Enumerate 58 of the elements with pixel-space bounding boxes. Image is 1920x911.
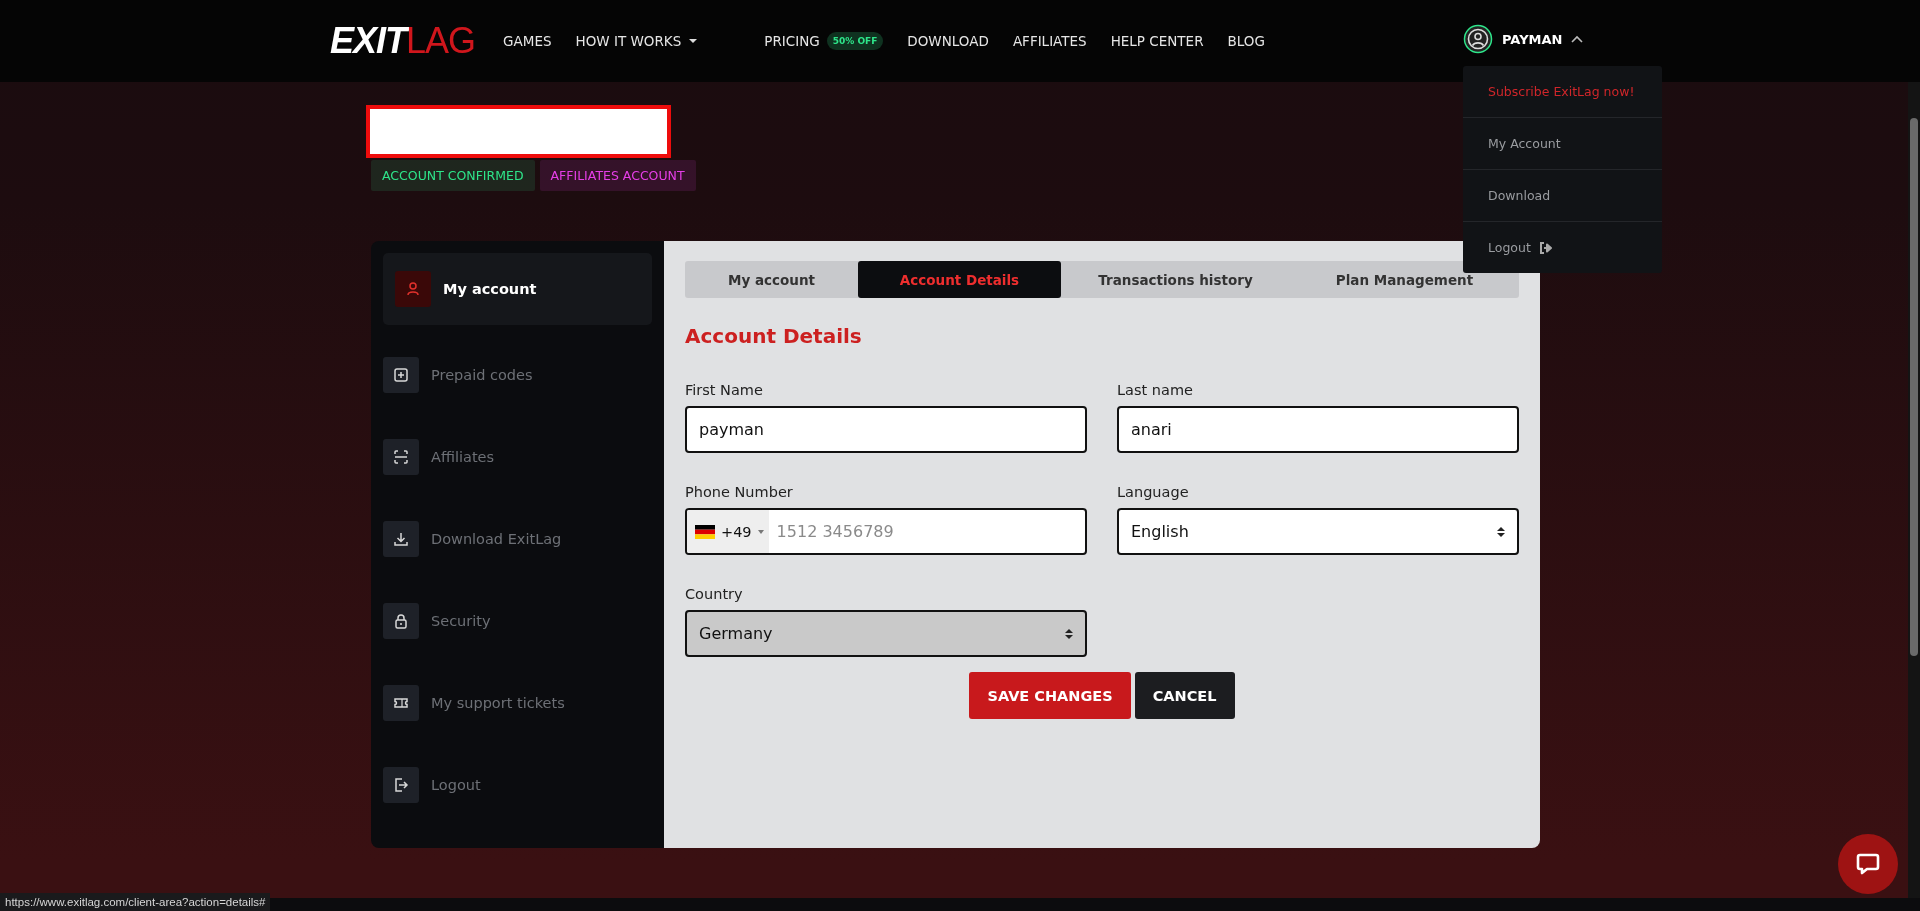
sort-arrows-icon (1497, 525, 1505, 538)
sidebar-item[interactable]: Security (383, 603, 652, 639)
exitlag-logo[interactable]: EXITLAG (330, 20, 476, 62)
tab[interactable]: Account Details (858, 261, 1061, 298)
status-tag: AFFILIATES ACCOUNT (539, 160, 696, 191)
menu-item[interactable]: My Account (1463, 117, 1662, 169)
caret-icon (757, 529, 764, 534)
cancel-button[interactable]: CANCEL (1134, 672, 1235, 719)
nav-link[interactable]: BLOG (1227, 33, 1265, 49)
avatar-icon (1463, 24, 1493, 54)
sidebar-item[interactable]: Download ExitLag (383, 521, 652, 557)
field-label: Last name (1117, 382, 1194, 398)
field-label: First Name (685, 382, 764, 398)
field-label: Country (685, 586, 744, 602)
text-field[interactable]: anari (1117, 406, 1519, 453)
lock-icon (383, 603, 419, 639)
phone-field[interactable]: +49 1512 3456789 (685, 508, 1087, 555)
sidebar-item[interactable]: Prepaid codes (383, 357, 652, 393)
scrollbar[interactable] (1908, 82, 1920, 898)
nav-link[interactable]: GAMES (503, 33, 552, 49)
ticket-icon (383, 685, 419, 721)
email-field[interactable] (366, 105, 671, 158)
text-field[interactable]: payman (685, 406, 1087, 453)
sidebar-item[interactable]: Logout (383, 767, 652, 803)
menu-item[interactable]: Subscribe ExitLag now! (1463, 66, 1662, 117)
sidebar-item[interactable]: My support tickets (383, 685, 652, 721)
scan-icon (383, 439, 419, 475)
plus-square-icon (383, 357, 419, 393)
field-label: Phone Number (685, 484, 794, 500)
download-icon (383, 521, 419, 557)
status-url: https://www.exitlag.com/client-area?action=details# (0, 893, 271, 911)
nav-link[interactable]: HOW IT WORKS (575, 33, 699, 49)
sidebar-item[interactable]: Affiliates (383, 439, 652, 475)
select-field[interactable]: English (1117, 508, 1519, 555)
flag-icon (695, 524, 715, 539)
tab[interactable]: My account (685, 261, 858, 298)
logout-icon (1538, 241, 1552, 254)
caret-icon (688, 38, 699, 44)
menu-item[interactable]: Download (1463, 169, 1662, 221)
section-title: Account Details (685, 324, 863, 348)
scrollbar-thumb[interactable] (1910, 118, 1918, 656)
chat-button[interactable] (1838, 834, 1898, 894)
user-icon (395, 271, 431, 307)
status-tag: ACCOUNT CONFIRMED (371, 160, 535, 191)
nav-link[interactable]: DOWNLOAD (907, 33, 989, 49)
nav-link[interactable]: PRICING 50% OFF (764, 32, 884, 50)
country-code-picker[interactable]: +49 (687, 510, 769, 553)
field-label: Language (1117, 484, 1190, 500)
discount-badge: 50% OFF (826, 32, 884, 50)
logout-icon (383, 767, 419, 803)
sort-arrows-icon (1065, 627, 1073, 640)
sidebar-item[interactable]: My account (383, 253, 652, 325)
chat-bubble-icon (1855, 851, 1881, 877)
nav-link[interactable]: HELP CENTER (1110, 33, 1204, 49)
nav-link[interactable]: AFFILIATES (1012, 33, 1087, 49)
tab[interactable]: Transactions history (1061, 261, 1290, 298)
user-menu-button[interactable]: PAYMAN (1463, 24, 1584, 54)
save-button[interactable]: SAVE CHANGES (969, 672, 1131, 719)
